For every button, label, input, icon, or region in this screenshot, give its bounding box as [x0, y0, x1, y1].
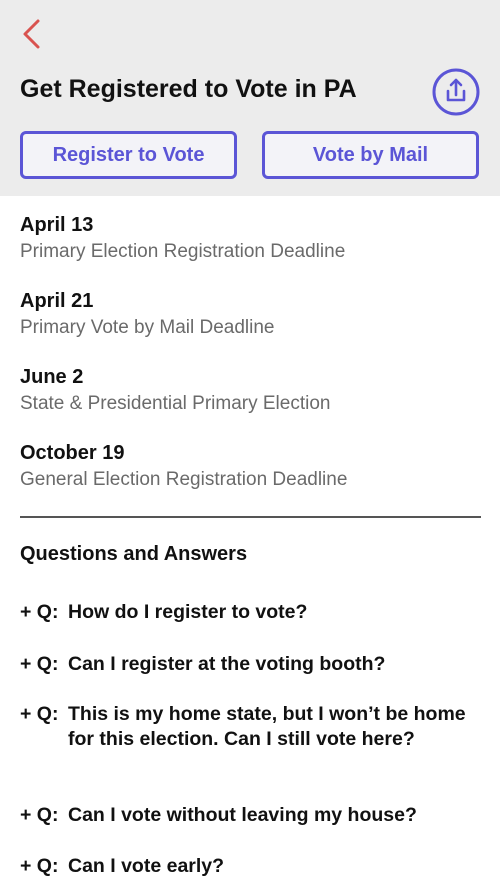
qa-item[interactable]: + Q: Can I register at the voting booth? [20, 652, 480, 702]
date-item: April 13 Primary Election Registration D… [20, 212, 480, 288]
qa-expand-prefix: + Q: [20, 601, 59, 623]
section-divider [20, 516, 481, 518]
header: Get Registered to Vote in PA Register to… [0, 0, 500, 196]
qa-question: Can I register at the voting booth? [68, 653, 386, 675]
qa-item[interactable]: + Q: Can I vote without leaving my house… [20, 803, 480, 854]
date-item: October 19 General Election Registration… [20, 440, 480, 516]
share-button[interactable] [431, 67, 481, 117]
qa-expand-prefix: + Q: [20, 855, 59, 877]
qa-question: This is my home state, but I won’t be ho… [68, 703, 466, 750]
key-dates-list: April 13 Primary Election Registration D… [20, 212, 480, 516]
register-to-vote-button[interactable]: Register to Vote [20, 131, 237, 179]
qa-list: + Q: How do I register to vote? + Q: Can… [20, 600, 480, 884]
date-description: General Election Registration Deadline [20, 469, 348, 490]
date-label: October 19 [20, 442, 125, 464]
qa-item[interactable]: + Q: How do I register to vote? [20, 600, 480, 652]
qa-item[interactable]: + Q: Can I vote early? [20, 854, 480, 884]
share-icon [432, 68, 480, 116]
page-title: Get Registered to Vote in PA [20, 75, 357, 103]
qa-heading: Questions and Answers [20, 543, 248, 565]
vote-by-mail-button[interactable]: Vote by Mail [262, 131, 479, 179]
date-description: State & Presidential Primary Election [20, 393, 331, 414]
date-description: Primary Vote by Mail Deadline [20, 317, 275, 338]
date-label: June 2 [20, 366, 84, 388]
back-button[interactable] [16, 14, 50, 54]
qa-question: How do I register to vote? [68, 601, 308, 623]
qa-expand-prefix: + Q: [20, 653, 59, 675]
qa-question: Can I vote without leaving my house? [68, 804, 417, 826]
qa-expand-prefix: + Q: [20, 703, 59, 725]
date-item: April 21 Primary Vote by Mail Deadline [20, 288, 480, 364]
qa-question: Can I vote early? [68, 855, 225, 877]
qa-item[interactable]: + Q: This is my home state, but I won’t … [20, 702, 480, 803]
chevron-left-icon [23, 19, 40, 49]
qa-expand-prefix: + Q: [20, 804, 59, 826]
date-label: April 21 [20, 290, 94, 312]
date-description: Primary Election Registration Deadline [20, 241, 346, 262]
date-item: June 2 State & Presidential Primary Elec… [20, 364, 480, 440]
date-label: April 13 [20, 214, 94, 236]
